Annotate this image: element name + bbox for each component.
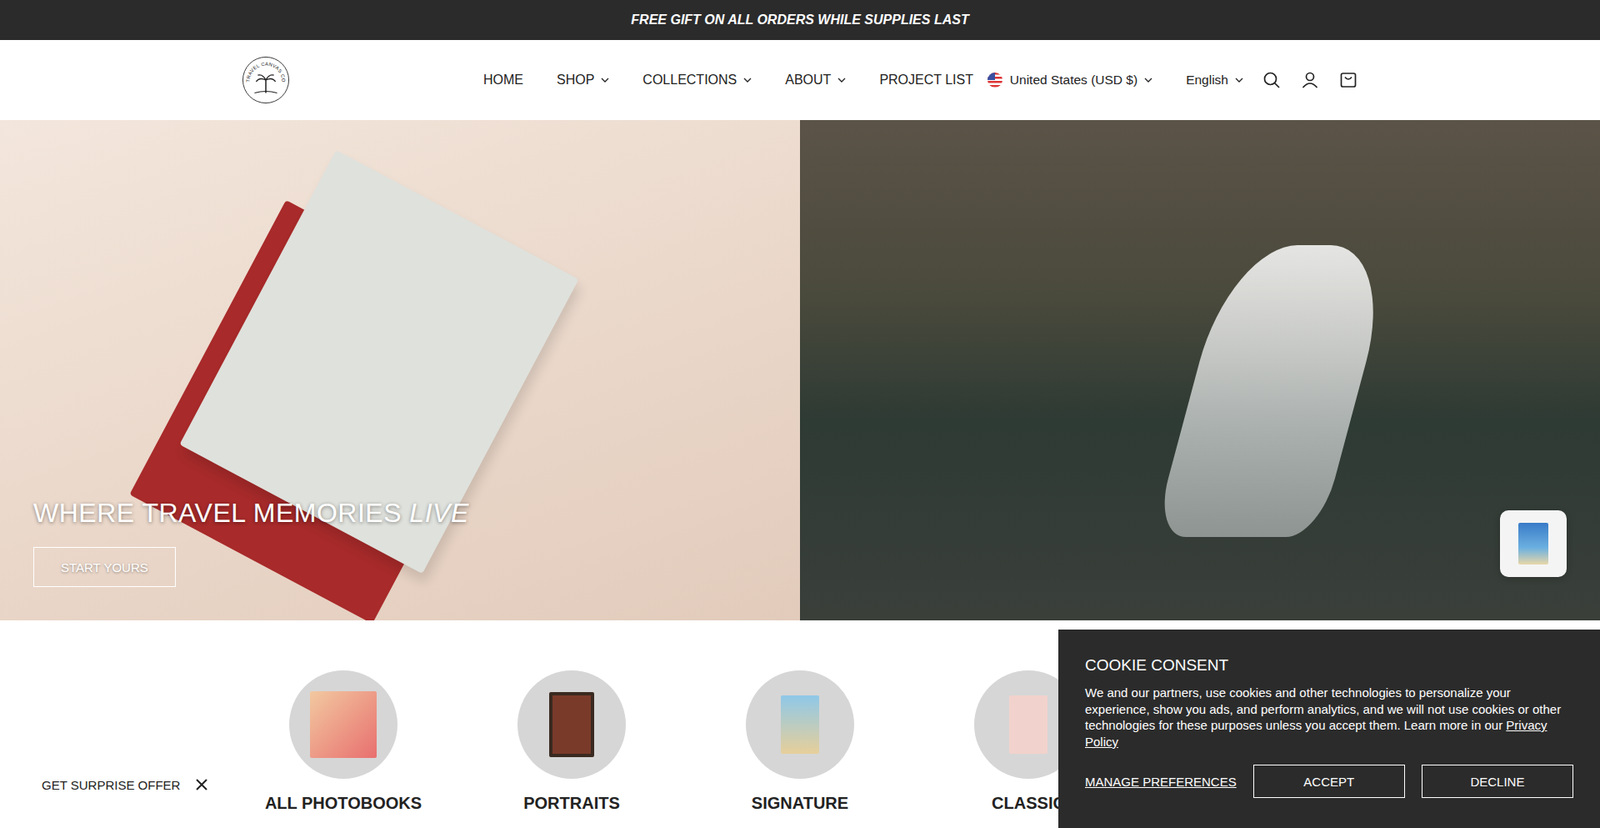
category-item[interactable]: SIGNATURE <box>685 670 915 813</box>
language-selector[interactable]: English <box>1185 72 1244 88</box>
country-selector[interactable]: United States (USD $) <box>986 71 1153 89</box>
accept-button[interactable]: ACCEPT <box>1253 764 1405 798</box>
nav-item[interactable]: HOME <box>483 72 524 88</box>
cart-icon[interactable] <box>1338 70 1359 90</box>
start-button[interactable]: START YOURS <box>33 546 176 587</box>
category-image <box>745 670 855 779</box>
category-label: CLASSIC <box>991 793 1065 813</box>
category-image <box>289 670 398 779</box>
waterfall-image <box>1152 245 1398 537</box>
category-label: SIGNATURE <box>751 793 849 813</box>
page: FREE GIFT ON ALL ORDERS WHILE SUPPLIES L… <box>0 0 1600 828</box>
header-actions: United States (USD $) English <box>986 70 1359 90</box>
privacy-link[interactable]: Privacy Policy <box>1085 717 1547 749</box>
svg-text:TRAVEL CANVAS CO: TRAVEL CANVAS CO <box>245 61 287 84</box>
cookie-banner: COOKIE CONSENT We and our partners, use … <box>1058 629 1600 828</box>
account-icon[interactable] <box>1300 70 1320 90</box>
cookie-title: COOKIE CONSENT <box>1085 655 1574 675</box>
chevron-down-icon <box>1144 77 1153 83</box>
category-item[interactable]: ALL PHOTOBOOKS <box>229 670 458 813</box>
decline-button[interactable]: DECLINE <box>1421 764 1574 798</box>
book-thumbnail <box>1518 522 1549 565</box>
nav-item[interactable]: SHOP <box>556 72 610 88</box>
hero: WHERE TRAVEL MEMORIES LIVE START YOURS <box>0 120 1600 620</box>
manage-preferences-link[interactable]: MANAGE PREFERENCES <box>1085 774 1237 789</box>
cookie-text: We and our partners, use cookies and oth… <box>1085 684 1574 750</box>
us-flag-icon <box>986 71 1004 89</box>
chevron-down-icon <box>837 77 846 83</box>
close-icon[interactable] <box>193 775 210 793</box>
hero-video[interactable] <box>800 120 1600 620</box>
nav-item[interactable]: ABOUT <box>785 72 846 88</box>
nav-item[interactable]: COLLECTIONS <box>642 72 752 88</box>
hero-heading: WHERE TRAVEL MEMORIES LIVE <box>33 497 470 529</box>
category-label: PORTRAITS <box>523 793 620 813</box>
category-image <box>517 670 626 779</box>
header: TRAVEL CANVAS CO HOME SHOP COLLECTIONS A… <box>0 40 1600 120</box>
chevron-down-icon <box>600 77 610 83</box>
announcement-text: FREE GIFT ON ALL ORDERS WHILE SUPPLIES L… <box>630 12 969 28</box>
offer-label: GET SURPRISE OFFER <box>41 777 180 792</box>
chevron-down-icon <box>743 77 752 83</box>
search-icon[interactable] <box>1261 70 1282 90</box>
category-item[interactable]: PORTRAITS <box>457 670 686 813</box>
surprise-offer[interactable]: GET SURPRISE OFFER <box>31 770 220 798</box>
hero-image: WHERE TRAVEL MEMORIES LIVE START YOURS <box>0 120 800 620</box>
main-nav: HOME SHOP COLLECTIONS ABOUT PROJECT LIST <box>483 72 974 88</box>
category-label: ALL PHOTOBOOKS <box>265 793 422 813</box>
chevron-down-icon <box>1235 77 1244 83</box>
floating-widget[interactable] <box>1500 510 1567 577</box>
announcement-bar: FREE GIFT ON ALL ORDERS WHILE SUPPLIES L… <box>0 0 1600 40</box>
nav-item[interactable]: PROJECT LIST <box>879 72 974 88</box>
logo-icon[interactable]: TRAVEL CANVAS CO <box>241 55 290 105</box>
